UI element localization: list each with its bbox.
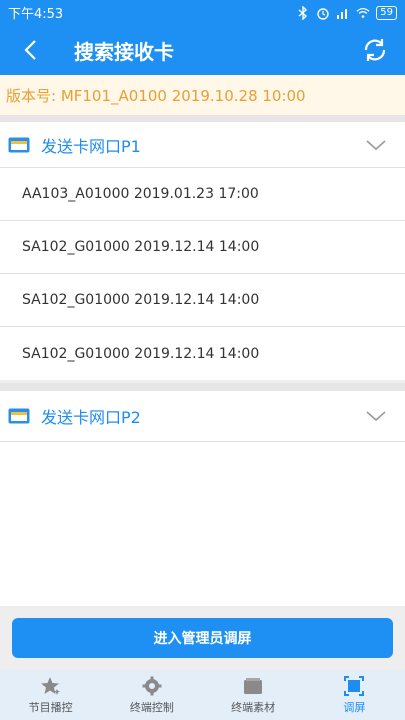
wifi-icon <box>356 6 370 20</box>
item-label: SA102_G01000 2019.12.14 14:00 <box>22 239 260 255</box>
chevron-left-icon <box>24 40 36 60</box>
star-icon <box>40 677 60 695</box>
list-item[interactable]: SA102_G01000 2019.12.14 14:00 <box>0 327 405 380</box>
list-item[interactable]: SA102_G01000 2019.12.14 14:00 <box>0 274 405 327</box>
divider <box>0 383 405 391</box>
list-item[interactable]: SA102_G01000 2019.12.14 14:00 <box>0 221 405 274</box>
folder-icon <box>8 408 30 424</box>
group-header-p2[interactable]: 发送卡网口P2 <box>0 391 405 442</box>
folder-icon <box>8 137 30 152</box>
alarm-icon <box>316 6 330 20</box>
tab-screen-adjust[interactable]: 调屏 <box>304 670 405 720</box>
item-label: SA102_G01000 2019.12.14 14:00 <box>22 292 260 308</box>
version-bar: 版本号: MF101_A0100 2019.10.28 10:00 <box>0 75 405 115</box>
item-label: SA102_G01000 2019.12.14 14:00 <box>22 345 260 362</box>
status-time: 下午4:53 <box>8 7 64 22</box>
folder-icon <box>244 678 263 694</box>
back-button[interactable] <box>0 25 60 75</box>
tab-label: 终端素材 <box>231 701 276 714</box>
page-title: 搜索接收卡 <box>74 39 174 64</box>
tab-terminal-control[interactable]: 终端控制 <box>101 670 202 720</box>
status-bar: 下午4:53 59 <box>0 0 405 25</box>
tab-label: 终端控制 <box>129 701 174 714</box>
item-label: AA103_A01000 2019.01.23 17:00 <box>22 186 259 202</box>
group-p1: 发送卡网口P1 AA103_A01000 2019.01.23 17:00 SA… <box>0 122 405 380</box>
list-item[interactable]: AA103_A01000 2019.01.23 17:00 <box>0 168 405 221</box>
signal-icon <box>336 6 350 20</box>
tab-label: 调屏 <box>343 701 366 714</box>
refresh-button[interactable] <box>345 25 405 75</box>
bluetooth-icon <box>296 5 310 20</box>
tab-program-control[interactable]: 节目播控 <box>0 670 101 720</box>
admin-adjust-button[interactable]: 进入管理员调屏 <box>12 618 393 658</box>
bottom-tab-bar: 节目播控 终端控制 终端素材 调屏 <box>0 670 405 720</box>
group-title: 发送卡网口P1 <box>41 136 141 156</box>
chevron-down-icon <box>366 411 386 422</box>
battery-indicator: 59 <box>376 5 397 20</box>
screen-icon <box>344 676 365 696</box>
gear-icon <box>142 676 162 696</box>
version-text: 版本号: MF101_A0100 2019.10.28 10:00 <box>6 86 306 105</box>
status-icons: 59 <box>296 5 397 20</box>
divider <box>0 115 405 122</box>
chevron-down-icon <box>366 139 386 150</box>
refresh-icon <box>364 39 386 61</box>
tab-terminal-media[interactable]: 终端素材 <box>203 670 304 720</box>
group-title: 发送卡网口P2 <box>41 408 141 427</box>
group-header-p1[interactable]: 发送卡网口P1 <box>0 122 405 168</box>
group-p2: 发送卡网口P2 <box>0 391 405 606</box>
app-bar: 搜索接收卡 <box>0 25 405 75</box>
tab-label: 节目播控 <box>28 701 73 714</box>
